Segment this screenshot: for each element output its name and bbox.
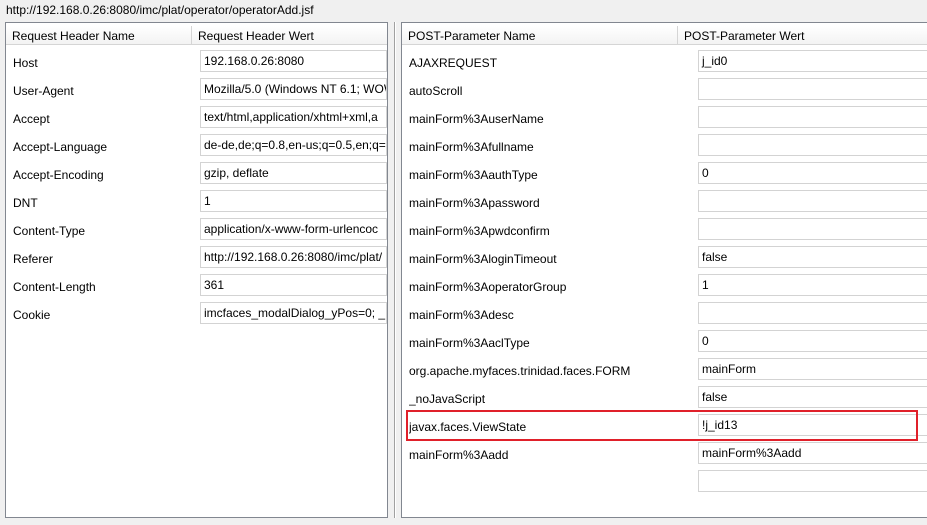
param-value-field[interactable]: de-de,de;q=0.8,en-us;q=0.5,en;q=: [200, 134, 387, 156]
param-name: mainForm%3AoperatorGroup: [409, 280, 567, 294]
param-value-field[interactable]: [698, 106, 927, 128]
table-row: DNT 1: [6, 190, 387, 218]
param-value-field[interactable]: Mozilla/5.0 (Windows NT 6.1; WOW: [200, 78, 387, 100]
param-name: Content-Length: [13, 280, 96, 294]
param-value-field[interactable]: 1: [200, 190, 387, 212]
param-value-field[interactable]: mainForm: [698, 358, 927, 380]
table-row: Content-Length 361: [6, 274, 387, 302]
table-row: [402, 470, 927, 498]
param-name: mainForm%3Aadd: [409, 448, 509, 462]
param-value-field[interactable]: 0: [698, 162, 927, 184]
param-value-field[interactable]: http://192.168.0.26:8080/imc/plat/: [200, 246, 387, 268]
param-value-field[interactable]: j_id0: [698, 50, 927, 72]
column-header-post-parameter-name[interactable]: POST-Parameter Name: [402, 26, 678, 45]
param-value-field[interactable]: text/html,application/xhtml+xml,a: [200, 106, 387, 128]
param-value-field[interactable]: [698, 190, 927, 212]
url-label: http://192.168.0.26:8080/imc/plat/operat…: [6, 3, 314, 17]
table-row: mainForm%3AuserName: [402, 106, 927, 134]
viewstate-highlight-box: [406, 410, 918, 441]
param-name: mainForm%3Apwdconfirm: [409, 224, 550, 238]
param-name: mainForm%3AuserName: [409, 112, 544, 126]
table-row: mainForm%3Afullname: [402, 134, 927, 162]
param-value-field[interactable]: 1: [698, 274, 927, 296]
post-parameter-table-header: POST-Parameter Name POST-Parameter Wert: [402, 26, 927, 45]
param-name: mainForm%3Adesc: [409, 308, 514, 322]
param-value-field[interactable]: false: [698, 246, 927, 268]
param-name: Accept-Language: [13, 140, 108, 154]
post-parameter-table: POST-Parameter Name POST-Parameter Wert …: [401, 22, 927, 518]
param-value-field[interactable]: false: [698, 386, 927, 408]
param-name: autoScroll: [409, 84, 463, 98]
param-name: User-Agent: [13, 84, 74, 98]
request-header-table-header: Request Header Name Request Header Wert: [6, 26, 387, 45]
param-value-field[interactable]: [698, 134, 927, 156]
table-row: mainForm%3Aadd mainForm%3Aadd: [402, 442, 927, 470]
request-header-table: Request Header Name Request Header Wert …: [5, 22, 388, 518]
table-row: Accept text/html,application/xhtml+xml,a: [6, 106, 387, 134]
table-row: Cookie imcfaces_modalDialog_yPos=0; _I: [6, 302, 387, 330]
table-row: Host 192.168.0.26:8080: [6, 50, 387, 78]
param-name: mainForm%3Afullname: [409, 140, 534, 154]
table-row: User-Agent Mozilla/5.0 (Windows NT 6.1; W…: [6, 78, 387, 106]
param-value-field[interactable]: [698, 218, 927, 240]
param-name: Content-Type: [13, 224, 86, 238]
table-row: autoScroll: [402, 78, 927, 106]
param-value-field[interactable]: [698, 470, 927, 492]
param-name: mainForm%3AloginTimeout: [409, 252, 557, 266]
param-name: mainForm%3Apassword: [409, 196, 540, 210]
table-row: mainForm%3AaclType 0: [402, 330, 927, 358]
table-row: AJAXREQUEST j_id0: [402, 50, 927, 78]
table-row: Content-Type application/x-www-form-urlen…: [6, 218, 387, 246]
param-name: Accept-Encoding: [13, 168, 104, 182]
param-name: AJAXREQUEST: [409, 56, 498, 70]
param-value-field[interactable]: gzip, deflate: [200, 162, 387, 184]
table-row: mainForm%3AoperatorGroup 1: [402, 274, 927, 302]
table-row: mainForm%3AloginTimeout false: [402, 246, 927, 274]
table-row: mainForm%3AauthType 0: [402, 162, 927, 190]
param-name: Referer: [13, 252, 54, 266]
param-value-field[interactable]: 0: [698, 330, 927, 352]
table-row: org.apache.myfaces.trinidad.faces.FORM ma…: [402, 358, 927, 386]
param-name: Accept: [13, 112, 50, 126]
table-row: mainForm%3Apwdconfirm: [402, 218, 927, 246]
param-value-field[interactable]: 361: [200, 274, 387, 296]
param-value-field[interactable]: imcfaces_modalDialog_yPos=0; _I: [200, 302, 387, 324]
table-row: mainForm%3Adesc: [402, 302, 927, 330]
param-name: mainForm%3AauthType: [409, 168, 538, 182]
param-name: Host: [13, 56, 38, 70]
param-value-field[interactable]: 192.168.0.26:8080: [200, 50, 387, 72]
table-row: Referer http://192.168.0.26:8080/imc/plat…: [6, 246, 387, 274]
param-value-field[interactable]: [698, 302, 927, 324]
param-name: org.apache.myfaces.trinidad.faces.FORM: [409, 364, 631, 378]
table-row: mainForm%3Apassword: [402, 190, 927, 218]
param-value-field[interactable]: mainForm%3Aadd: [698, 442, 927, 464]
column-header-request-header-name[interactable]: Request Header Name: [6, 26, 192, 45]
param-name: DNT: [13, 196, 38, 210]
param-value-field[interactable]: [698, 78, 927, 100]
param-value-field[interactable]: application/x-www-form-urlencoc: [200, 218, 387, 240]
column-header-request-header-value[interactable]: Request Header Wert: [192, 26, 387, 45]
param-name: mainForm%3AaclType: [409, 336, 530, 350]
param-name: _noJavaScript: [409, 392, 486, 406]
param-name: Cookie: [13, 308, 51, 322]
table-row: Accept-Language de-de,de;q=0.8,en-us;q=0.…: [6, 134, 387, 162]
column-header-post-parameter-value[interactable]: POST-Parameter Wert: [678, 26, 927, 45]
panel-splitter[interactable]: [394, 22, 396, 518]
table-row: Accept-Encoding gzip, deflate: [6, 162, 387, 190]
